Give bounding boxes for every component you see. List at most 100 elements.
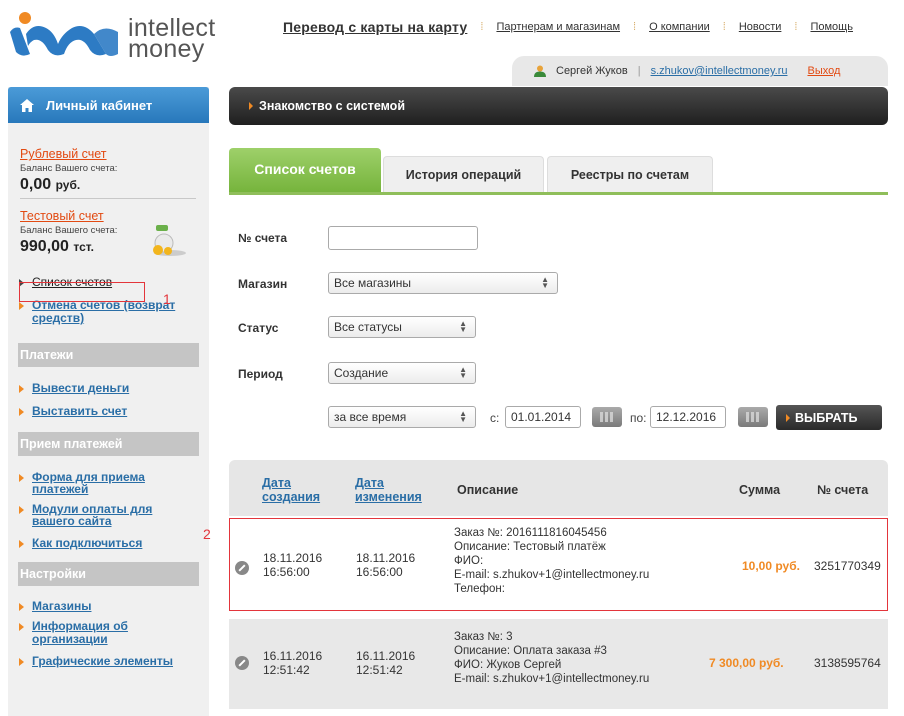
logo-text: intellect money xyxy=(128,16,215,63)
row-created-time: 12:51:42 xyxy=(263,663,310,677)
select-button-label: ВЫБРАТЬ xyxy=(795,410,858,425)
row-amount: 10,00 руб. xyxy=(742,559,800,573)
row-amount: 7 300,00 руб. xyxy=(709,656,784,670)
tab-history[interactable]: История операций xyxy=(383,156,544,192)
logo-mark-icon xyxy=(10,12,118,56)
page-title-bar: Знакомство с системой xyxy=(229,87,888,125)
column-description: Описание xyxy=(457,483,519,497)
user-name: Сергей Жуков xyxy=(556,65,628,77)
tabs: Список счетов История операций Реестры п… xyxy=(229,148,888,195)
date-to-input[interactable]: 12.12.2016 xyxy=(650,406,726,428)
logo-line2: money xyxy=(128,35,205,63)
sidebar-item-payment-modules[interactable]: Модули оплаты для вашего сайта xyxy=(8,503,168,527)
tab-registries[interactable]: Реестры по счетам xyxy=(547,156,713,192)
sidebar-item-shops[interactable]: Магазины xyxy=(8,600,209,613)
sidebar-header[interactable]: Личный кабинет xyxy=(8,87,209,123)
select-arrows-icon: ▲ ▼ xyxy=(541,275,549,290)
row-created: 18.11.2016 16:56:00 xyxy=(263,551,322,579)
date-from-label: с: xyxy=(490,411,500,425)
row-desc-line: Описание: Тестовый платёж xyxy=(454,541,606,553)
account-number-input[interactable] xyxy=(328,226,478,250)
row-modified-date: 16.11.2016 xyxy=(356,649,416,663)
account-rub-caption: Баланс Вашего счета: xyxy=(20,163,118,174)
account-rub-link[interactable]: Рублевый счет xyxy=(20,147,197,161)
status-label: Статус xyxy=(238,321,279,335)
edit-pencil-icon[interactable] xyxy=(235,656,249,670)
select-arrows-icon: ▲ ▼ xyxy=(459,319,467,334)
row-desc-line: Заказ №: 3 xyxy=(454,631,513,643)
calendar-from-icon[interactable] xyxy=(592,407,622,427)
nav-news[interactable]: Новости xyxy=(739,21,782,33)
sidebar-item-withdraw[interactable]: Вывести деньги xyxy=(8,382,209,395)
column-amount: Сумма xyxy=(739,483,781,497)
account-rub-currency: руб. xyxy=(55,178,81,192)
piggy-bank-icon xyxy=(153,225,186,256)
row-modified-time: 12:51:42 xyxy=(356,663,403,677)
account-test-link[interactable]: Тестовый счет xyxy=(20,209,197,223)
logout-link[interactable]: Выход xyxy=(807,65,840,77)
select-button[interactable]: ВЫБРАТЬ xyxy=(776,405,882,430)
sidebar-group-payments-items: Вывести деньги Выставить счет xyxy=(8,382,209,418)
table-row[interactable]: 18.11.2016 16:56:00 18.11.2016 16:56:00 … xyxy=(229,518,888,611)
home-icon xyxy=(20,98,34,112)
select-arrows-icon: ▲ ▼ xyxy=(459,409,467,424)
nav-separator: ⁞ xyxy=(794,21,798,33)
tab-invoice-list[interactable]: Список счетов xyxy=(229,148,381,192)
account-number-label: № счета xyxy=(238,231,288,245)
account-divider xyxy=(20,198,196,199)
page-title: Знакомство с системой xyxy=(259,99,406,113)
sidebar-header-label: Личный кабинет xyxy=(46,97,153,113)
nav-card-transfer[interactable]: Перевод с карты на карту xyxy=(283,19,467,35)
status-select[interactable]: Все статусы ▲ ▼ xyxy=(328,316,476,338)
period-label: Период xyxy=(238,367,283,381)
calendar-to-icon[interactable] xyxy=(738,407,768,427)
status-select-value: Все статусы xyxy=(334,320,402,334)
column-created[interactable]: Дата создания xyxy=(262,476,332,504)
account-test: Тестовый счет Баланс Вашего счета: 990,0… xyxy=(8,209,209,256)
row-modified: 16.11.2016 12:51:42 xyxy=(356,649,415,677)
date-from-input[interactable]: 01.01.2014 xyxy=(505,406,581,428)
sidebar-item-graphics[interactable]: Графические элементы xyxy=(8,655,209,668)
row-desc-line: ФИО: Жуков Сергей xyxy=(454,659,562,671)
row-description: Заказ №: 2016111816045456 Описание: Тест… xyxy=(454,526,649,596)
row-account: 3138595764 xyxy=(814,656,881,670)
annotation-label-1: 1 xyxy=(163,291,171,307)
account-rub: Рублевый счет Баланс Вашего счета: 0,00 … xyxy=(8,147,209,199)
row-desc-line: Описание: Оплата заказа #3 xyxy=(454,645,607,657)
column-account: № счета xyxy=(817,483,869,497)
account-test-currency: тст. xyxy=(73,240,94,254)
row-modified-time: 16:56:00 xyxy=(356,565,403,579)
intellectmoney-logo[interactable]: intellect money xyxy=(8,10,218,63)
nav-partners[interactable]: Партнерам и магазинам xyxy=(496,21,620,33)
range-select[interactable]: за все время ▲ ▼ xyxy=(328,406,476,428)
nav-help[interactable]: Помощь xyxy=(810,21,853,33)
user-email-link[interactable]: s.zhukov@intellectmoney.ru xyxy=(651,65,788,77)
sidebar-item-cancel-invoices[interactable]: Отмена счетов (возврат средств) xyxy=(8,299,178,325)
user-bar: Сергей Жуков | s.zhukov@intellectmoney.r… xyxy=(512,56,888,86)
sidebar-item-issue-invoice[interactable]: Выставить счет xyxy=(8,405,209,418)
row-modified-date: 18.11.2016 xyxy=(356,551,416,565)
sidebar-item-payment-form[interactable]: Форма для приема платежей xyxy=(8,471,168,495)
edit-pencil-icon[interactable] xyxy=(235,561,249,575)
nav-about[interactable]: О компании xyxy=(649,21,710,33)
table-header: Дата создания Дата изменения Описание Су… xyxy=(229,460,888,516)
shop-select-value: Все магазины xyxy=(334,276,412,290)
period-select[interactable]: Создание ▲ ▼ xyxy=(328,362,476,384)
annotation-label-2: 2 xyxy=(203,526,211,542)
row-created-date: 18.11.2016 xyxy=(263,551,323,565)
sidebar-item-org-info[interactable]: Информация об организации xyxy=(8,620,158,646)
user-icon xyxy=(534,65,546,77)
column-modified[interactable]: Дата изменения xyxy=(355,476,435,504)
table-row[interactable]: 16.11.2016 12:51:42 16.11.2016 12:51:42 … xyxy=(229,619,888,709)
sidebar-group-accept: Прием платежей xyxy=(18,432,199,456)
row-created: 16.11.2016 12:51:42 xyxy=(263,649,322,677)
nav-separator: ⁞ xyxy=(480,21,484,33)
sidebar-item-how-to-connect[interactable]: Как подключиться xyxy=(8,537,209,550)
row-desc-line: E-mail: s.zhukov+1@intellectmoney.ru xyxy=(454,569,650,581)
sidebar-group-settings-items: Магазины Информация об организации Графи… xyxy=(8,600,209,668)
highlight-box-1 xyxy=(19,282,145,302)
shop-select[interactable]: Все магазины ▲ ▼ xyxy=(328,272,558,294)
row-description: Заказ №: 3 Описание: Оплата заказа #3 ФИ… xyxy=(454,630,649,686)
sidebar-group-settings: Настройки xyxy=(18,562,199,586)
row-account: 3251770349 xyxy=(814,559,881,573)
